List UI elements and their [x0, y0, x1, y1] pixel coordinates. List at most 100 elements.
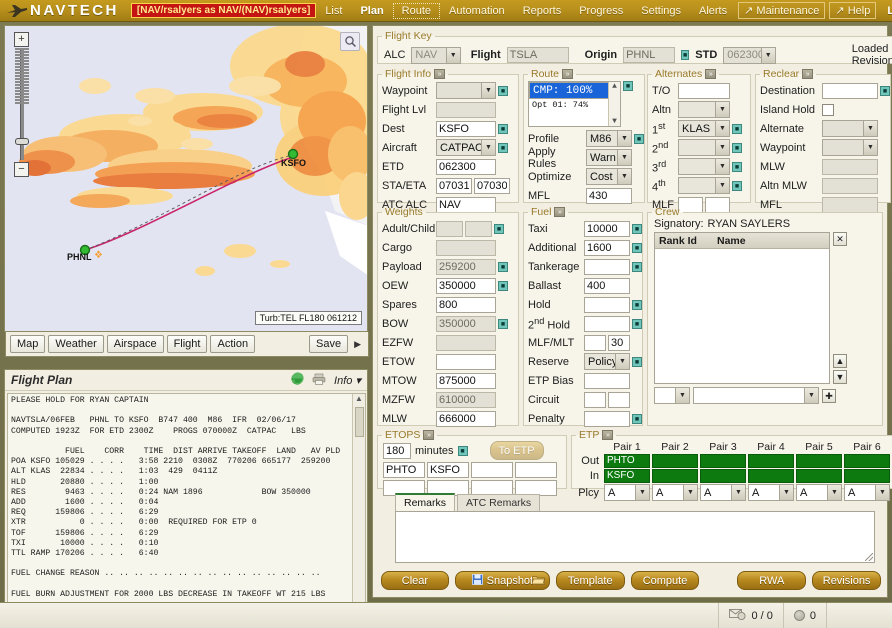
- alternates-field-2nd-lookup-button[interactable]: ■: [732, 142, 742, 153]
- crew-name-select[interactable]: ▼: [693, 387, 819, 404]
- rwa-button[interactable]: RWA: [737, 571, 807, 590]
- flight_info-field-aircraft-lookup-button[interactable]: ■: [498, 142, 508, 153]
- collapse-icon[interactable]: »: [554, 207, 566, 218]
- route-field-mfl[interactable]: [586, 187, 632, 204]
- etops-cell-0-1[interactable]: [427, 462, 469, 478]
- fuel-field-penalty[interactable]: [584, 410, 630, 427]
- collapse-icon[interactable]: »: [423, 430, 435, 441]
- scrollbar-thumb[interactable]: [355, 407, 364, 437]
- route-field-profile[interactable]: M86 ▼: [586, 130, 632, 147]
- etp-cell-in-5[interactable]: [796, 469, 842, 483]
- fuel-field-mlf-mlt-a[interactable]: [584, 334, 606, 351]
- reclear-field-waypoint[interactable]: ▼: [822, 139, 878, 156]
- weights-field-oew-lookup-button[interactable]: ■: [498, 280, 508, 291]
- etops-cell-0-3[interactable]: [515, 462, 557, 478]
- weights-field-mlw[interactable]: [436, 410, 496, 427]
- flight_info-field-sta-eta-b[interactable]: [474, 177, 510, 194]
- crew-remove-button[interactable]: ✕: [833, 232, 847, 246]
- nav-item-automation[interactable]: Automation: [440, 3, 514, 19]
- collapse-icon[interactable]: »: [562, 69, 574, 80]
- zoom-in-button[interactable]: +: [14, 32, 29, 47]
- weights-field-etow[interactable]: [436, 353, 496, 370]
- etp-cell-in-6[interactable]: [844, 469, 890, 483]
- nav-item-reports[interactable]: Reports: [514, 3, 571, 19]
- etp-cell-out-6[interactable]: [844, 454, 890, 468]
- flight_info-field-dest-lookup-button[interactable]: ■: [498, 123, 508, 134]
- etp-cell-out-2[interactable]: [652, 454, 698, 468]
- alerts-status[interactable]: 0: [782, 602, 826, 628]
- map-panel[interactable]: KSFO PHNL ❖ + − Turb:TEL FL180 061212 Ma…: [4, 25, 369, 357]
- fuel-field-etp-bias[interactable]: [584, 372, 630, 389]
- etp-cell-out-5[interactable]: [796, 454, 842, 468]
- fuel-field-ballast[interactable]: [584, 277, 630, 294]
- route-field-profile-lookup-button[interactable]: ■: [634, 133, 644, 144]
- flight-plan-info-menu[interactable]: Info ▾: [334, 374, 361, 387]
- collapse-icon[interactable]: »: [434, 69, 446, 80]
- snapshot-button[interactable]: Snapshot: [454, 571, 550, 590]
- nav-item-plan[interactable]: Plan: [351, 3, 392, 19]
- map-save-button[interactable]: Save: [309, 335, 349, 353]
- crew-move-up-button[interactable]: ▲: [833, 354, 847, 368]
- etops-minutes-input[interactable]: [383, 442, 411, 459]
- tab-atc-remarks[interactable]: ATC Remarks: [457, 494, 541, 511]
- weights-field-payload[interactable]: [436, 258, 496, 275]
- weights-field-bow-lookup-button[interactable]: ■: [498, 318, 508, 329]
- alternates-field-2nd[interactable]: ▼: [678, 139, 730, 156]
- weights-field-adult-child-a[interactable]: [436, 220, 463, 237]
- weights-field-mtow[interactable]: [436, 372, 496, 389]
- alternates-field-1st[interactable]: KLAS ▼: [678, 120, 730, 137]
- flight_info-field-flight-lvl[interactable]: [436, 101, 496, 118]
- scroll-down-icon[interactable]: ▼: [612, 117, 617, 126]
- crew-table[interactable]: Rank Id Name: [654, 232, 830, 384]
- route-detail-button[interactable]: ■: [623, 81, 633, 91]
- weights-field-adult-child-b[interactable]: [465, 220, 492, 237]
- zoom-out-button[interactable]: −: [14, 162, 29, 177]
- compute-button[interactable]: Compute: [630, 571, 700, 590]
- nav-item-maintenance[interactable]: ↗ Maintenance: [738, 2, 826, 19]
- etp-cell-in-3[interactable]: [700, 469, 746, 483]
- etp-cell-in-1[interactable]: KSFO: [604, 469, 650, 483]
- clear-button[interactable]: Clear: [381, 571, 449, 590]
- etops-cell-0-2[interactable]: [471, 462, 513, 478]
- std-select[interactable]: 062300 ▼: [723, 46, 776, 64]
- collapse-icon[interactable]: »: [602, 430, 614, 441]
- reclear-field-alternate[interactable]: ▼: [822, 120, 878, 137]
- map-tab-flight[interactable]: Flight: [166, 335, 208, 353]
- flight_info-field-waypoint[interactable]: ▼: [436, 82, 496, 99]
- nav-item-logout[interactable]: Logout: [878, 3, 892, 19]
- flight_info-field-sta-eta-a[interactable]: [436, 177, 472, 194]
- origin-input[interactable]: [623, 47, 676, 63]
- folder-open-icon[interactable]: [531, 574, 545, 588]
- fuel-field-taxi[interactable]: [584, 220, 630, 237]
- flight_info-field-waypoint-lookup-button[interactable]: ■: [498, 85, 508, 96]
- map-tab-weather[interactable]: Weather: [48, 335, 104, 353]
- alternates-field-3rd-lookup-button[interactable]: ■: [732, 161, 742, 172]
- route-option-cmp[interactable]: CMP: 100%: [529, 82, 620, 99]
- fuel-field-circuit-a[interactable]: [584, 391, 606, 408]
- fuel-field-2nd-hold-lookup-button[interactable]: ■: [632, 318, 642, 329]
- weights-field-cargo[interactable]: [436, 239, 496, 256]
- route-field-apply-rules[interactable]: Warn ▼: [586, 149, 632, 166]
- flight_info-field-aircraft[interactable]: CATPAC ▼: [436, 139, 496, 156]
- etp-cell-out-4[interactable]: [748, 454, 794, 468]
- crew-rank-select[interactable]: ▼: [654, 387, 690, 404]
- fuel-field-tankerage[interactable]: [584, 258, 630, 275]
- reclear-field-mlw[interactable]: [822, 158, 878, 175]
- fuel-field-hold[interactable]: [584, 296, 630, 313]
- etops-lookup-button[interactable]: ■: [457, 445, 468, 456]
- nav-item-settings[interactable]: Settings: [632, 3, 690, 19]
- revisions-button[interactable]: Revisions: [812, 571, 881, 590]
- weights-field-payload-lookup-button[interactable]: ■: [498, 261, 508, 272]
- route-field-optimize[interactable]: Cost ▼: [586, 168, 632, 185]
- map-tab-action[interactable]: Action: [210, 335, 256, 353]
- scroll-up-icon[interactable]: ▲: [612, 82, 617, 91]
- weights-field-spares[interactable]: [436, 296, 496, 313]
- remarks-textarea[interactable]: [395, 511, 875, 563]
- fuel-field-additional[interactable]: [584, 239, 630, 256]
- map-tab-airspace[interactable]: Airspace: [106, 335, 164, 353]
- alternates-field-3rd[interactable]: ▼: [678, 158, 730, 175]
- origin-lookup-button[interactable]: ■: [681, 50, 690, 60]
- map-toolbar-more-icon[interactable]: ▶: [351, 339, 364, 350]
- weights-field-ezfw[interactable]: [436, 334, 496, 351]
- reclear-field-island-hold-checkbox[interactable]: [822, 103, 834, 116]
